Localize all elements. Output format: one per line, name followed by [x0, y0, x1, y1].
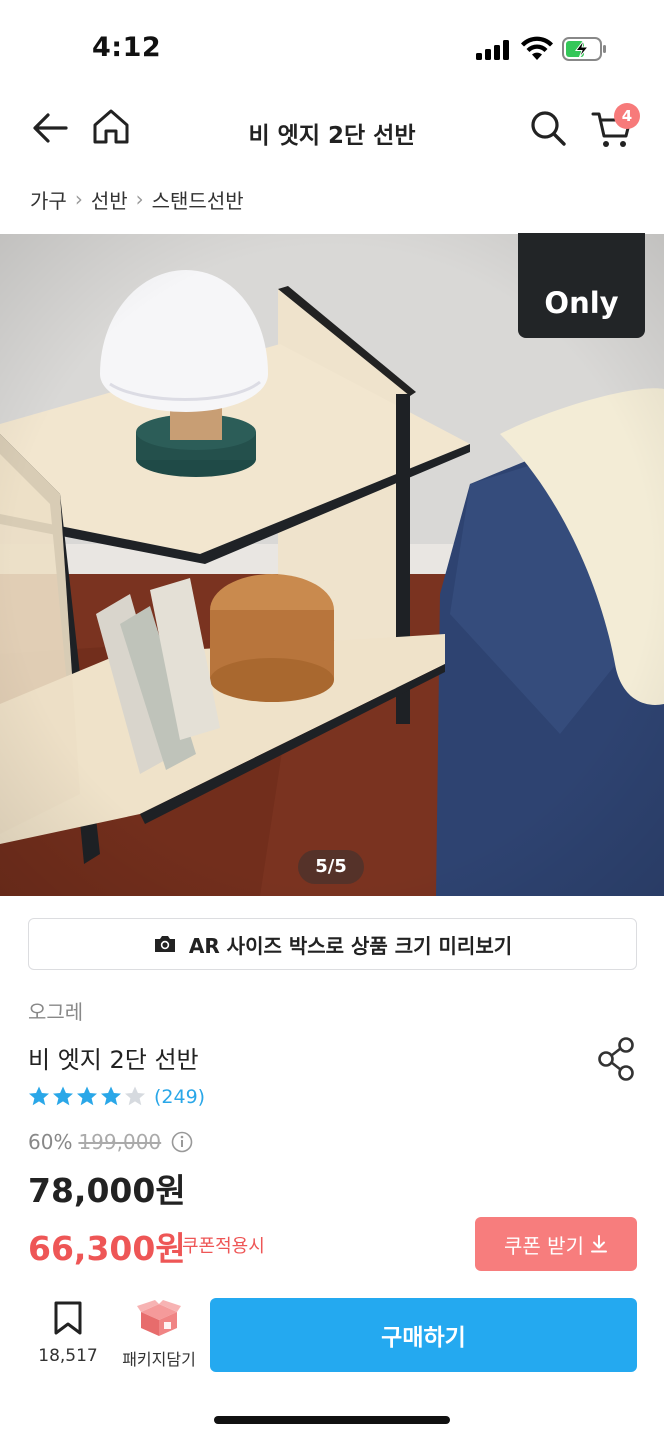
only-badge: Only [518, 233, 645, 338]
top-navigation: 비 엣지 2단 선반 [0, 96, 664, 162]
discount-row: 60% 199,000 [28, 1128, 193, 1156]
bookmark-count: 18,517 [38, 1346, 98, 1366]
coupon-price: 66,300원 [28, 1229, 186, 1268]
cellular-signal-icon [476, 40, 510, 60]
bookmark-icon [54, 1301, 82, 1335]
breadcrumb: 가구 › 선반 › 스탠드선반 [30, 184, 244, 214]
wifi-icon [521, 36, 553, 60]
package-label: 패키지담기 [122, 1350, 196, 1369]
coupon-applied-label: 쿠폰적용시 [182, 1236, 265, 1257]
battery-charging-icon [562, 37, 606, 61]
status-time: 4:12 [92, 32, 162, 63]
cart-count-badge: 4 [614, 103, 640, 129]
get-coupon-button[interactable]: 쿠폰 받기 [475, 1217, 637, 1271]
camera-icon [154, 936, 175, 952]
product-name: 비 엣지 2단 선반 [28, 1046, 199, 1074]
status-bar: 4:12 [0, 0, 664, 96]
breadcrumb-item[interactable]: 가구 [30, 185, 67, 214]
breadcrumb-item[interactable]: 선반 [91, 185, 128, 214]
discount-percent: 60% [28, 1130, 73, 1154]
review-count[interactable]: (249) [154, 1086, 205, 1108]
chevron-right-icon: › [74, 187, 83, 211]
share-icon[interactable] [596, 1036, 638, 1082]
sale-price: 78,000원 [28, 1171, 186, 1210]
package-add-button[interactable]: 패키지담기 [116, 1300, 202, 1370]
buy-button[interactable]: 구매하기 [210, 1298, 637, 1372]
search-icon[interactable] [528, 108, 568, 148]
bookmark-button[interactable]: 18,517 [36, 1300, 100, 1366]
ar-preview-label: AR 사이즈 박스로 상품 크기 미리보기 [188, 933, 513, 958]
chevron-right-icon: › [135, 187, 144, 211]
star-rating-icon [29, 1086, 145, 1106]
ar-preview-button[interactable]: AR 사이즈 박스로 상품 크기 미리보기 [28, 918, 637, 970]
brand-name[interactable]: 오그레 [28, 996, 83, 1025]
rating-row[interactable]: (249) [28, 1084, 205, 1110]
image-counter: 5/5 [298, 850, 364, 884]
get-coupon-label: 쿠폰 받기 [504, 1233, 584, 1258]
breadcrumb-item[interactable]: 스탠드선반 [152, 185, 244, 214]
original-price: 199,000 [78, 1130, 162, 1154]
download-icon [590, 1235, 607, 1253]
home-indicator [214, 1416, 450, 1424]
info-icon[interactable] [171, 1131, 193, 1153]
package-box-icon [137, 1300, 181, 1336]
